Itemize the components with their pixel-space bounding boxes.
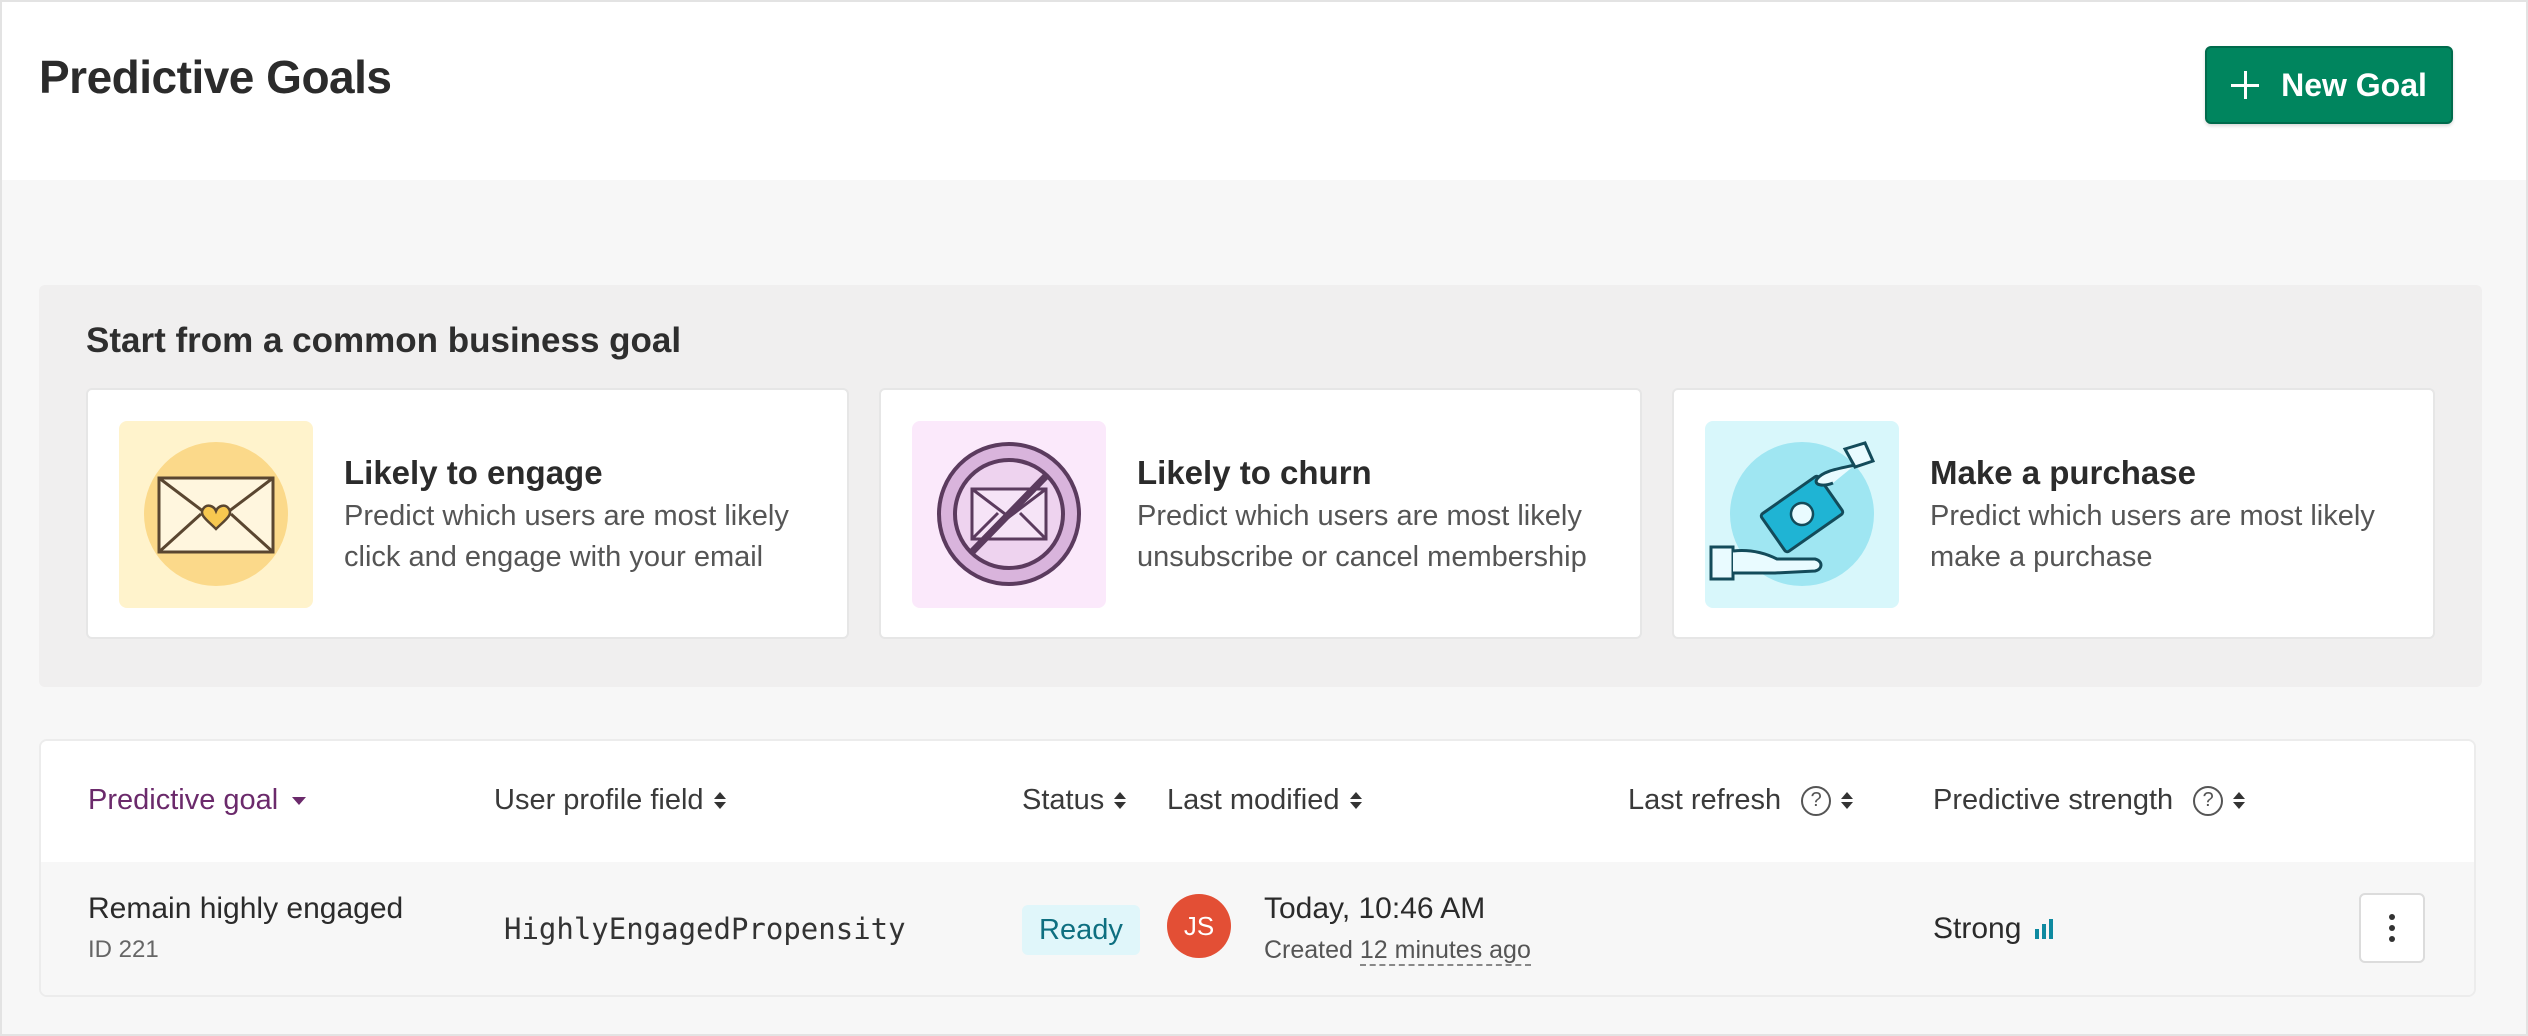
new-goal-button[interactable]: New Goal xyxy=(2205,46,2453,124)
goal-card-description: Predict which users are most likely make… xyxy=(1930,500,2375,573)
kebab-icon xyxy=(2389,914,2395,920)
column-header-last-modified[interactable]: Last modified xyxy=(1167,784,1362,817)
no-envelope-icon xyxy=(912,421,1106,608)
goal-card-likely-to-engage[interactable]: Likely to engage Predict which users are… xyxy=(86,388,849,639)
status-badge: Ready xyxy=(1022,905,1140,955)
envelope-heart-icon xyxy=(119,421,313,608)
last-modified-time: Today, 10:46 AM xyxy=(1264,892,1486,925)
goal-card-make-a-purchase[interactable]: Make a purchase Predict which users are … xyxy=(1672,388,2435,639)
sort-icon xyxy=(1841,792,1854,809)
goal-id: ID 221 xyxy=(88,936,159,963)
page-title: Predictive Goals xyxy=(39,51,392,103)
column-label: Last modified xyxy=(1167,784,1340,816)
column-header-status[interactable]: Status xyxy=(1022,784,1127,817)
table-header: Predictive goal User profile field Statu… xyxy=(41,741,2474,862)
app-window: Predictive Goals New Goal Start from a c… xyxy=(0,0,2528,1036)
goal-name[interactable]: Remain highly engaged xyxy=(88,892,403,926)
goal-card-description: Predict which users are most likely clic… xyxy=(344,500,789,573)
common-goals-heading: Start from a common business goal xyxy=(86,321,682,360)
column-label: Predictive strength xyxy=(1933,784,2174,816)
sort-icon xyxy=(2233,792,2246,809)
created-ago-tooltip-trigger[interactable]: 12 minutes ago xyxy=(1359,936,1531,966)
column-label: Predictive goal xyxy=(88,784,279,816)
column-header-user-profile-field[interactable]: User profile field xyxy=(494,784,726,817)
strength-label: Strong xyxy=(1933,912,2022,945)
goals-table: Predictive goal User profile field Statu… xyxy=(39,739,2476,997)
column-label: Last refresh xyxy=(1628,784,1782,816)
table-row[interactable]: Remain highly engaged ID 221 HighlyEngag… xyxy=(41,862,2474,995)
common-goals-panel: Start from a common business goal Likely… xyxy=(39,285,2482,687)
column-label: User profile field xyxy=(494,784,704,816)
sort-icon xyxy=(1114,792,1127,809)
column-label: Status xyxy=(1022,784,1105,816)
column-header-predictive-goal[interactable]: Predictive goal xyxy=(88,784,307,817)
column-header-predictive-strength[interactable]: Predictive strength ? xyxy=(1933,784,2246,817)
signal-bars-icon xyxy=(2035,919,2054,939)
help-icon[interactable]: ? xyxy=(1801,785,1832,816)
new-goal-label: New Goal xyxy=(2281,66,2427,103)
sort-desc-icon xyxy=(292,796,307,805)
row-actions-menu-button[interactable] xyxy=(2359,893,2425,963)
sort-icon xyxy=(713,792,726,809)
goal-card-title: Likely to churn xyxy=(1137,454,1372,491)
goal-card-title: Make a purchase xyxy=(1930,454,2196,491)
column-header-last-refresh[interactable]: Last refresh ? xyxy=(1628,784,1854,817)
money-handoff-icon xyxy=(1705,421,1899,608)
profile-field-value: HighlyEngagedPropensity xyxy=(504,912,906,946)
help-icon[interactable]: ? xyxy=(2193,785,2224,816)
created-line: Created 12 minutes ago xyxy=(1264,936,1531,966)
sort-icon xyxy=(1349,792,1362,809)
plus-icon xyxy=(2231,71,2260,99)
avatar: JS xyxy=(1167,894,1231,958)
goal-card-description: Predict which users are most likely unsu… xyxy=(1137,500,1587,573)
predictive-strength: Strong xyxy=(1933,912,2054,946)
goal-card-likely-to-churn[interactable]: Likely to churn Predict which users are … xyxy=(879,388,1642,639)
page-header: Predictive Goals New Goal xyxy=(2,2,2526,180)
goal-card-title: Likely to engage xyxy=(344,454,603,491)
created-prefix: Created xyxy=(1264,936,1353,964)
